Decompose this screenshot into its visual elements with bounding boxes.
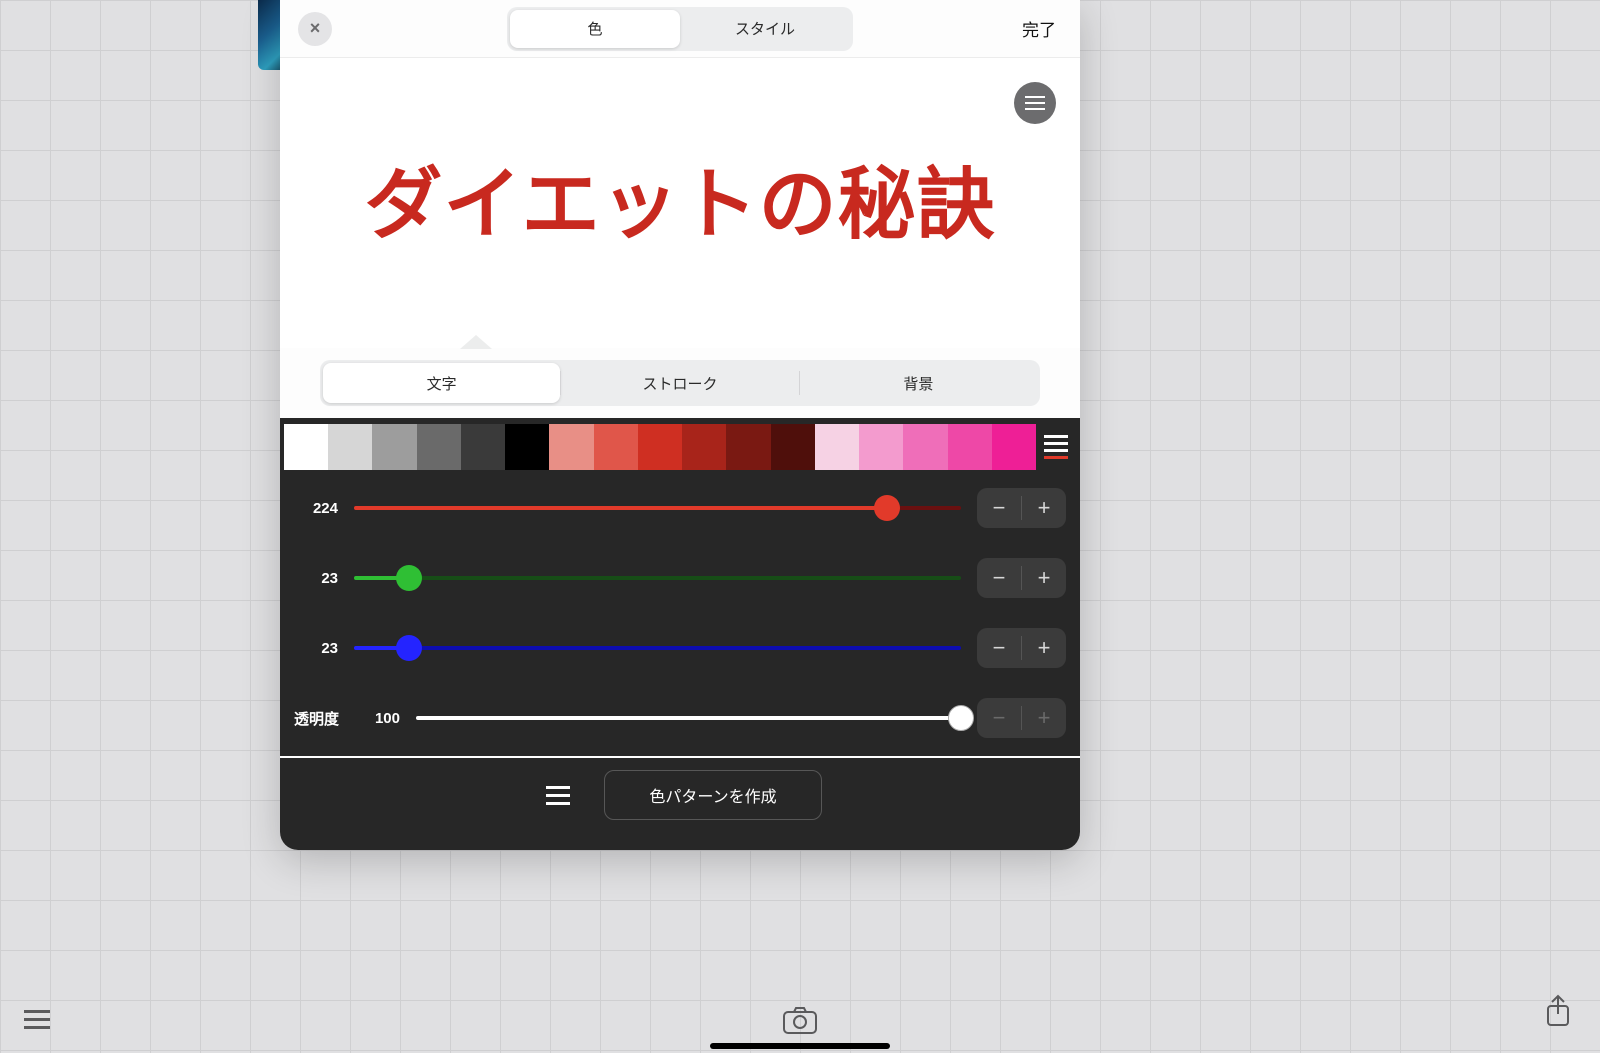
camera-icon[interactable] — [783, 1006, 817, 1039]
swatch[interactable] — [372, 424, 416, 470]
swatch-list-button[interactable] — [1036, 424, 1076, 470]
slider-green: 23 −+ — [294, 558, 1066, 598]
rgb-sliders: 224 −+ 23 −+ — [280, 470, 1080, 748]
green-thumb[interactable] — [396, 565, 422, 591]
red-track-fill — [354, 506, 887, 510]
opacity-plus: + — [1022, 698, 1066, 738]
text-preview: ダイエットの秘訣 — [280, 58, 1080, 348]
done-button[interactable]: 完了 — [1022, 16, 1056, 41]
target-background[interactable]: 背景 — [800, 363, 1037, 403]
swatch[interactable] — [417, 424, 461, 470]
list-icon-accent — [1044, 456, 1068, 459]
blue-stepper: −+ — [977, 628, 1066, 668]
blue-value: 23 — [294, 640, 338, 657]
color-style-panel: × 色 スタイル 完了 ダイエットの秘訣 文字 ストローク 背景 — [280, 0, 1080, 850]
hamburger-icon — [24, 1026, 50, 1029]
hamburger-icon — [1025, 102, 1045, 104]
tab-color-label: 色 — [587, 18, 602, 39]
blue-track-bg — [354, 646, 961, 650]
blue-plus[interactable]: + — [1022, 628, 1066, 668]
close-icon: × — [310, 18, 321, 39]
swatch[interactable] — [594, 424, 638, 470]
list-icon — [1044, 449, 1068, 452]
home-indicator[interactable] — [710, 1043, 890, 1049]
footer-menu-button[interactable] — [538, 775, 578, 815]
swatch[interactable] — [903, 424, 947, 470]
hamburger-icon — [546, 802, 570, 805]
swatch[interactable] — [859, 424, 903, 470]
opacity-track-bg — [416, 716, 961, 720]
swatch[interactable] — [726, 424, 770, 470]
hamburger-icon — [24, 1010, 50, 1013]
blue-minus[interactable]: − — [977, 628, 1021, 668]
tab-style[interactable]: スタイル — [680, 10, 850, 48]
swatch[interactable] — [461, 424, 505, 470]
preview-text: ダイエットの秘訣 — [364, 142, 995, 254]
target-segmented-wrap: 文字 ストローク 背景 — [280, 348, 1080, 418]
opacity-label: 透明度 — [294, 708, 350, 729]
swatch[interactable] — [682, 424, 726, 470]
swatch[interactable] — [284, 424, 328, 470]
header-segmented-control: 色 スタイル — [507, 7, 853, 51]
swatch-row — [280, 418, 1080, 470]
hamburger-icon — [24, 1018, 50, 1021]
red-thumb[interactable] — [874, 495, 900, 521]
red-stepper: −+ — [977, 488, 1066, 528]
green-plus[interactable]: + — [1022, 558, 1066, 598]
color-editor: 224 −+ 23 −+ — [280, 418, 1080, 850]
target-segmented-control: 文字 ストローク 背景 — [320, 360, 1040, 406]
swatch-strip — [284, 424, 1036, 470]
swatch[interactable] — [328, 424, 372, 470]
target-text[interactable]: 文字 — [323, 363, 560, 403]
green-track-bg — [354, 576, 961, 580]
tab-color[interactable]: 色 — [510, 10, 680, 48]
swatch[interactable] — [992, 424, 1036, 470]
blue-track[interactable] — [354, 636, 961, 660]
swatch[interactable] — [505, 424, 549, 470]
preview-options-button[interactable] — [1014, 82, 1056, 124]
green-track[interactable] — [354, 566, 961, 590]
share-button[interactable] — [1544, 994, 1572, 1033]
slider-red: 224 −+ — [294, 488, 1066, 528]
selection-notch — [460, 335, 492, 349]
target-background-label: 背景 — [903, 373, 933, 394]
list-icon — [1044, 442, 1068, 445]
swatch[interactable] — [549, 424, 593, 470]
green-value: 23 — [294, 570, 338, 587]
swatch[interactable] — [948, 424, 992, 470]
panel-header: × 色 スタイル 完了 — [280, 0, 1080, 58]
swatch[interactable] — [638, 424, 682, 470]
target-stroke-label: ストローク — [642, 373, 717, 394]
red-track[interactable] — [354, 496, 961, 520]
opacity-stepper: −+ — [977, 698, 1066, 738]
target-text-label: 文字 — [427, 373, 457, 394]
slider-blue: 23 −+ — [294, 628, 1066, 668]
hamburger-icon — [546, 794, 570, 797]
editor-footer: 色パターンを作成 — [280, 758, 1080, 832]
system-menu-button[interactable] — [24, 1010, 50, 1029]
green-minus[interactable]: − — [977, 558, 1021, 598]
swatch[interactable] — [815, 424, 859, 470]
list-icon — [1044, 435, 1068, 438]
tab-style-label: スタイル — [735, 18, 795, 39]
target-stroke[interactable]: ストローク — [561, 363, 798, 403]
opacity-minus[interactable]: − — [977, 698, 1021, 738]
create-palette-button[interactable]: 色パターンを作成 — [604, 770, 821, 820]
swatch[interactable] — [771, 424, 815, 470]
slider-opacity: 透明度 100 −+ — [294, 698, 1066, 738]
green-stepper: −+ — [977, 558, 1066, 598]
red-value: 224 — [294, 500, 338, 517]
opacity-thumb[interactable] — [948, 705, 974, 731]
opacity-track[interactable] — [416, 706, 961, 730]
red-minus[interactable]: − — [977, 488, 1021, 528]
opacity-value: 100 — [366, 710, 400, 727]
blue-thumb[interactable] — [396, 635, 422, 661]
close-button[interactable]: × — [298, 12, 332, 46]
red-plus[interactable]: + — [1022, 488, 1066, 528]
hamburger-icon — [546, 786, 570, 789]
